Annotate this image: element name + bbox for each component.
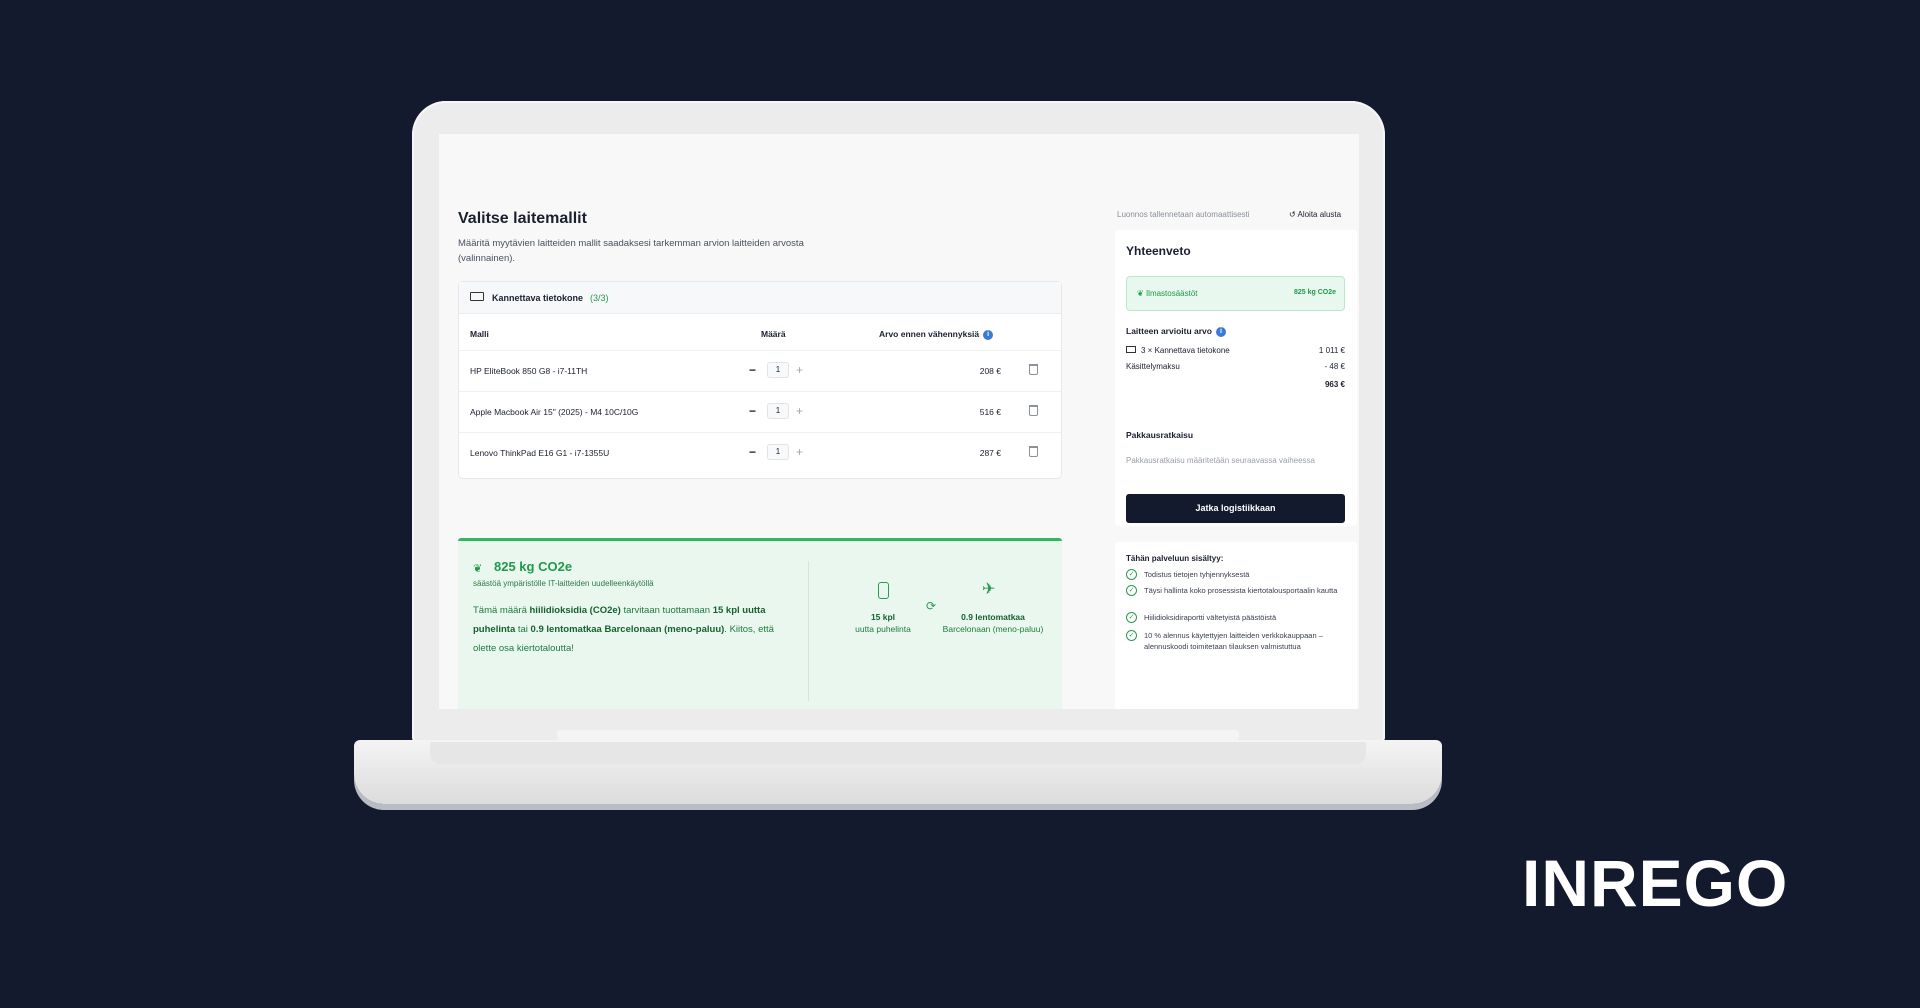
fee-value: - 48 € — [1324, 362, 1345, 371]
model-name: Apple Macbook Air 15" (2025) - M4 10C/10… — [470, 407, 639, 417]
check-icon: ✓ — [1126, 585, 1137, 596]
trash-icon[interactable] — [1029, 446, 1038, 457]
decrease-button[interactable]: − — [749, 363, 756, 377]
column-model: Malli — [470, 329, 489, 339]
model-name: Lenovo ThinkPad E16 G1 - i7-1355U — [470, 448, 610, 458]
table-row: Lenovo ThinkPad E16 G1 - i7-1355U − 1 + … — [459, 432, 1061, 473]
laptop-icon — [1126, 346, 1136, 353]
climate-value: 825 kg CO2e — [1293, 289, 1336, 296]
page-subtitle: Määritä myytävien laitteiden mallit saad… — [458, 238, 804, 264]
eco-stat-flights: 0.9 lentomatkaa Barcelonaan (meno-paluu) — [942, 612, 1044, 634]
leaf-icon: ❦ — [1137, 289, 1146, 298]
included-item: ✓ Hiilidioksidiraportti vältetyistä pääst… — [1126, 612, 1351, 623]
laptop-icon — [470, 292, 484, 301]
packaging-label: Pakkausratkaisu — [1126, 430, 1194, 440]
trash-icon[interactable] — [1029, 364, 1038, 375]
autosave-notice: Luonnos tallennetaan automaattisesti — [1117, 210, 1250, 219]
summary-title: Yhteenveto — [1126, 244, 1191, 258]
info-icon[interactable]: i — [983, 329, 994, 340]
eco-subtitle: säästöä ympäristölle IT-laitteiden uudel… — [473, 579, 654, 588]
phone-icon — [878, 582, 889, 599]
climate-savings: ❦ Ilmastosäästöt 825 kg CO2e — [1126, 276, 1345, 311]
increase-button[interactable]: + — [796, 445, 803, 459]
price: 208 € — [979, 366, 1001, 376]
plane-icon: ✈ — [982, 581, 996, 598]
check-icon: ✓ — [1126, 569, 1137, 580]
table-row: Apple Macbook Air 15" (2025) - M4 10C/10… — [459, 391, 1061, 432]
leaf-icon: ❦ — [473, 563, 483, 575]
quantity-input[interactable]: 1 — [767, 362, 789, 378]
included-title: Tähän palveluun sisältyy: — [1126, 554, 1224, 563]
increase-button[interactable]: + — [796, 404, 803, 418]
summary-panel: Yhteenveto ❦ Ilmastosäästöt 825 kg CO2e … — [1115, 230, 1357, 526]
eco-amount: 825 kg CO2e — [494, 559, 573, 574]
eco-stat-phones: 15 kpl uutta puhelinta — [855, 612, 911, 634]
page-title: Valitse laitemallit — [458, 210, 587, 227]
device-count: (3/3) — [590, 292, 609, 303]
decrease-button[interactable]: − — [749, 445, 756, 459]
device-category: Kannettava tietokone — [492, 292, 584, 303]
trash-icon[interactable] — [1029, 405, 1038, 416]
column-quantity: Määrä — [761, 329, 786, 339]
info-icon[interactable]: i — [1215, 326, 1226, 337]
eco-description: Tämä määrä hiilidioksidia (CO2e) tarvita… — [473, 605, 774, 654]
packaging-note: Pakkausratkaisu määritetään seuraavassa … — [1126, 456, 1315, 465]
eco-panel: ❦ 825 kg CO2e säästöä ympäristölle IT-la… — [458, 538, 1062, 709]
increase-button[interactable]: + — [796, 363, 803, 377]
price: 287 € — [979, 448, 1001, 458]
brand-logo: INREGO — [1522, 846, 1789, 920]
laptop-keyboard-deck — [430, 742, 1366, 764]
included-item: ✓ Todistus tietojen tyhjennyksestä — [1126, 569, 1351, 580]
climate-label: ❦ Ilmastosäästöt — [1137, 289, 1198, 298]
estimated-value-label: Laitteen arvioitu arvo i — [1126, 326, 1226, 337]
line-value: 1 011 € — [1318, 346, 1345, 355]
quantity-input[interactable]: 1 — [767, 403, 789, 419]
model-name: HP EliteBook 850 G8 - i7-11TH — [470, 366, 588, 376]
included-item: ✓ Täysi hallinta koko prosessista kiertot… — [1126, 585, 1351, 596]
continue-to-logistics-button[interactable]: Jatka logistiikkaan — [1126, 494, 1345, 523]
quantity-input[interactable]: 1 — [767, 444, 789, 460]
column-value: Arvo ennen vähennyksiä i — [879, 329, 994, 340]
check-icon: ✓ — [1126, 630, 1137, 641]
laptop-screen: Valitse laitemallit Määritä myytävien la… — [439, 134, 1359, 709]
eco-divider — [808, 561, 809, 701]
check-icon: ✓ — [1126, 612, 1137, 623]
total-value: 963 € — [1324, 380, 1345, 389]
device-card-header[interactable]: Kannettava tietokone (3/3) — [459, 282, 1061, 314]
summary-line-item: 3 × Kannettava tietokone 1 011 € — [1126, 346, 1345, 355]
laptop-hinge — [557, 730, 1239, 740]
table-row: HP EliteBook 850 G8 - i7-11TH − 1 + 208 … — [459, 350, 1061, 391]
included-panel: Tähän palveluun sisältyy: ✓ Todistus tiet… — [1115, 542, 1357, 709]
device-card: Kannettava tietokone (3/3) Malli Määrä A… — [458, 281, 1062, 479]
included-item: ✓ 10 % alennus käytettyjen laitteiden ver… — [1126, 630, 1351, 652]
handling-fee: Käsittelymaksu - 48 € — [1126, 362, 1345, 371]
reset-button[interactable]: ↺ Aloita alusta — [1289, 210, 1341, 219]
price: 516 € — [979, 407, 1001, 417]
decrease-button[interactable]: − — [749, 404, 756, 418]
